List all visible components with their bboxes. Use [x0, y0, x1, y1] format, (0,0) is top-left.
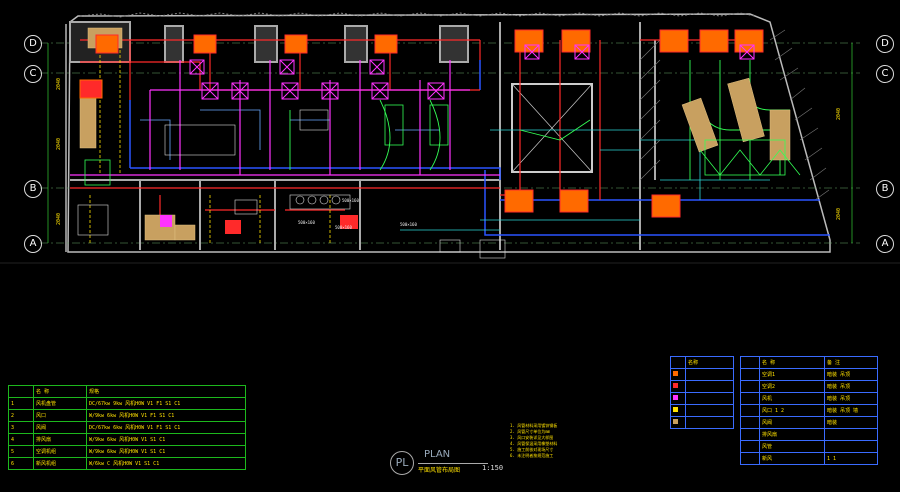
table-row — [670, 404, 734, 417]
table-row — [670, 380, 734, 393]
plan-title: PLAN — [424, 449, 451, 460]
grid-axis-b-right: B — [876, 180, 894, 198]
svg-text:2040: 2040 — [56, 78, 62, 90]
table-row: 2 风口 W/9kw 6kw 风机H0W V1 F1 S1 C1 — [8, 409, 246, 422]
table-header-cell: 名 称 — [33, 385, 87, 398]
svg-text:2040: 2040 — [836, 208, 842, 220]
table-row: 风管 — [740, 440, 878, 453]
table-row: 5 空调机组 W/9kw 6kw 风机H0W V1 S1 C1 — [8, 445, 246, 458]
table-row: 风阀 暗装 — [740, 416, 878, 429]
air-handling-units — [79, 27, 791, 241]
design-notes: 1. 风管材料采用镀锌钢板 2. 风管尺寸单位为mm 3. 风口安装详见大样图 … — [510, 423, 610, 459]
grid-axis-a-left: A — [24, 235, 42, 253]
grid-axis-a-right: A — [876, 235, 894, 253]
plan-symbol: PL — [390, 451, 414, 475]
table-row: 风机 暗装 吊顶 — [740, 392, 878, 405]
furniture — [77, 109, 506, 259]
table-header-row: 名 称备 注 — [740, 356, 878, 369]
grid-axis-b-left: B — [24, 180, 42, 198]
grid-axis-d-right: D — [876, 35, 894, 53]
svg-text:2040: 2040 — [56, 138, 62, 150]
table-row: 排风扇 — [740, 428, 878, 441]
cad-canvas: 2040 2040 2040 2040 2040 D C B A D C B A… — [0, 0, 900, 492]
table-row — [670, 416, 734, 429]
svg-text:2040: 2040 — [56, 213, 62, 225]
plan-subtitle: 平面风管布局图 — [418, 463, 488, 474]
table-row: 6 新风机组 W/6kw C 风机H0W V1 S1 C1 — [8, 457, 246, 470]
table-header-cell: 规格 — [86, 385, 246, 398]
drawing-title-block: PL PLAN 平面风管布局图 1:150 — [390, 449, 530, 483]
table-row: 空调1 暗装 吊顶 — [740, 368, 878, 381]
legend-equipment-notes-table: 名 称备 注 空调1 暗装 吊顶 空调2 暗装 吊顶 风机 暗装 吊顶 风口 1 2暗… — [740, 356, 878, 465]
table-row: 风口 1 2 暗装 吊顶 墙 — [740, 404, 878, 417]
duct-label: 500×160 — [298, 220, 315, 225]
legend-symbol-table: 名称 — [670, 356, 734, 429]
table-row: 4 排风扇 W/9kw 6kw 风机H0W V1 S1 C1 — [8, 433, 246, 446]
note-line: 6. 未注明者按规范施工 — [510, 453, 554, 458]
duct-label: 500×160 — [335, 225, 352, 230]
plan-scale: 1:150 — [482, 464, 504, 472]
legend-equipment-table: 名 称 规格 1 风机盘管 DC/67kw 9kw 风机H0W V1 F1 S1 C… — [8, 385, 246, 470]
duct-label: 500×160 — [342, 198, 359, 203]
duct-label: 500×160 — [400, 222, 417, 227]
grid-axis-c-left: C — [24, 65, 42, 83]
grid-axis-d-left: D — [24, 35, 42, 53]
table-row: 1 风机盘管 DC/67kw 9kw 风机H0W V1 F1 S1 C1 — [8, 397, 246, 410]
table-header-row: 名称 — [670, 356, 734, 369]
grid-axis-c-right: C — [876, 65, 894, 83]
table-row: 3 风阀 DC/67kw 6kw 风机H0W V1 F1 S1 C1 — [8, 421, 246, 434]
table-row: 空调2 暗装 吊顶 — [740, 380, 878, 393]
table-header-row: 名 称 规格 — [8, 385, 246, 398]
table-header-cell — [8, 385, 34, 398]
table-row — [670, 392, 734, 405]
svg-text:2040: 2040 — [836, 108, 842, 120]
table-row: 新风 1 1 — [740, 452, 878, 465]
table-row — [670, 368, 734, 381]
